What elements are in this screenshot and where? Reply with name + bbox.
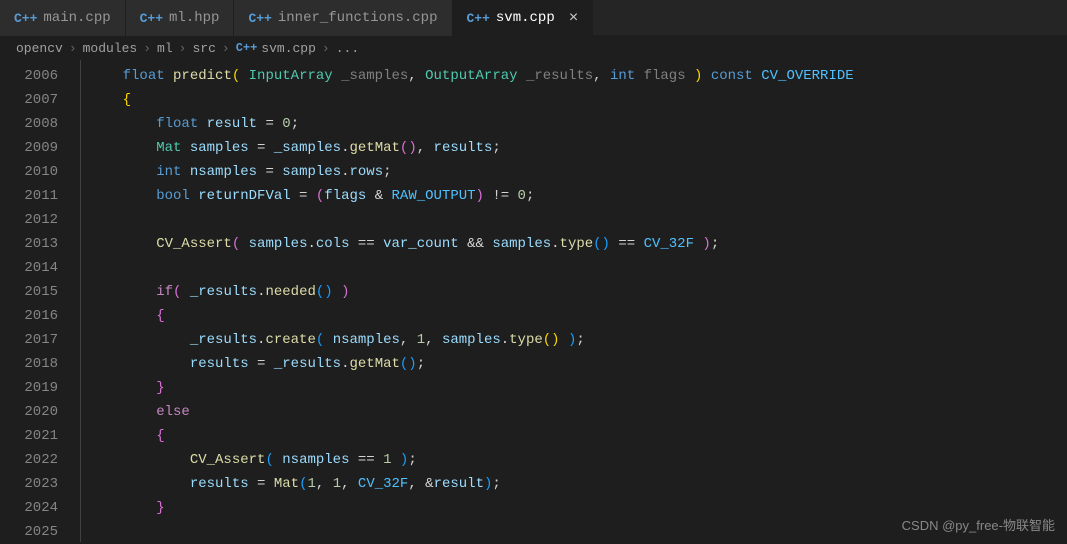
close-icon[interactable]: × — [569, 10, 579, 26]
chevron-right-icon: › — [179, 41, 187, 56]
code-line[interactable]: bool returnDFVal = (flags & RAW_OUTPUT) … — [89, 184, 1067, 208]
code-content[interactable]: float predict( InputArray _samples, Outp… — [80, 60, 1067, 542]
code-line[interactable]: _results.create( nsamples, 1, samples.ty… — [89, 328, 1067, 352]
line-number: 2020 — [0, 400, 58, 424]
line-number: 2007 — [0, 88, 58, 112]
line-number: 2022 — [0, 448, 58, 472]
line-number: 2008 — [0, 112, 58, 136]
watermark: CSDN @py_free-物联智能 — [902, 515, 1055, 534]
line-number: 2015 — [0, 280, 58, 304]
line-number-gutter: 2006200720082009201020112012201320142015… — [0, 60, 80, 542]
code-line[interactable]: if( _results.needed() ) — [89, 280, 1067, 304]
tab-label: ml.hpp — [169, 10, 219, 26]
tab-label: inner_functions.cpp — [278, 10, 438, 26]
line-number: 2014 — [0, 256, 58, 280]
tab-label: main.cpp — [43, 10, 110, 26]
line-number: 2021 — [0, 424, 58, 448]
breadcrumb-tail[interactable]: ... — [336, 41, 359, 56]
code-editor[interactable]: 2006200720082009201020112012201320142015… — [0, 60, 1067, 542]
chevron-right-icon: › — [69, 41, 77, 56]
chevron-right-icon: › — [222, 41, 230, 56]
line-number: 2013 — [0, 232, 58, 256]
code-line[interactable] — [89, 256, 1067, 280]
code-line[interactable] — [89, 208, 1067, 232]
breadcrumb-part[interactable]: modules — [83, 41, 138, 56]
line-number: 2009 — [0, 136, 58, 160]
code-line[interactable]: } — [89, 376, 1067, 400]
breadcrumb-file[interactable]: svm.cpp — [261, 41, 316, 56]
line-number: 2019 — [0, 376, 58, 400]
chevron-right-icon: › — [322, 41, 330, 56]
breadcrumb-part[interactable]: src — [192, 41, 215, 56]
line-number: 2011 — [0, 184, 58, 208]
cpp-file-icon: C++ — [140, 11, 163, 26]
code-line[interactable]: Mat samples = _samples.getMat(), results… — [89, 136, 1067, 160]
code-line[interactable]: else — [89, 400, 1067, 424]
code-line[interactable]: results = Mat(1, 1, CV_32F, &result); — [89, 472, 1067, 496]
line-number: 2006 — [0, 64, 58, 88]
breadcrumb-part[interactable]: ml — [157, 41, 173, 56]
line-number: 2016 — [0, 304, 58, 328]
breadcrumb-part[interactable]: opencv — [16, 41, 63, 56]
cpp-file-icon: C++ — [236, 41, 258, 55]
tab-ml-hpp[interactable]: C++ ml.hpp — [126, 0, 235, 36]
line-number: 2025 — [0, 520, 58, 544]
code-line[interactable]: float result = 0; — [89, 112, 1067, 136]
code-line[interactable]: { — [89, 304, 1067, 328]
tab-label: svm.cpp — [496, 10, 555, 26]
code-line[interactable]: { — [89, 88, 1067, 112]
breadcrumb[interactable]: opencv › modules › ml › src › C++ svm.cp… — [0, 36, 1067, 60]
code-line[interactable]: CV_Assert( nsamples == 1 ); — [89, 448, 1067, 472]
line-number: 2023 — [0, 472, 58, 496]
line-number: 2018 — [0, 352, 58, 376]
editor-tabs: C++ main.cpp C++ ml.hpp C++ inner_functi… — [0, 0, 1067, 36]
code-line[interactable]: CV_Assert( samples.cols == var_count && … — [89, 232, 1067, 256]
tab-svm-cpp[interactable]: C++ svm.cpp × — [453, 0, 594, 36]
code-line[interactable]: { — [89, 424, 1067, 448]
line-number: 2024 — [0, 496, 58, 520]
line-number: 2012 — [0, 208, 58, 232]
cpp-file-icon: C++ — [467, 11, 490, 26]
code-line[interactable]: int nsamples = samples.rows; — [89, 160, 1067, 184]
tab-main-cpp[interactable]: C++ main.cpp — [0, 0, 126, 36]
line-number: 2010 — [0, 160, 58, 184]
tab-inner-functions-cpp[interactable]: C++ inner_functions.cpp — [234, 0, 452, 36]
line-number: 2017 — [0, 328, 58, 352]
chevron-right-icon: › — [143, 41, 151, 56]
code-line[interactable]: results = _results.getMat(); — [89, 352, 1067, 376]
cpp-file-icon: C++ — [248, 11, 271, 26]
code-line[interactable]: float predict( InputArray _samples, Outp… — [89, 64, 1067, 88]
cpp-file-icon: C++ — [14, 11, 37, 26]
